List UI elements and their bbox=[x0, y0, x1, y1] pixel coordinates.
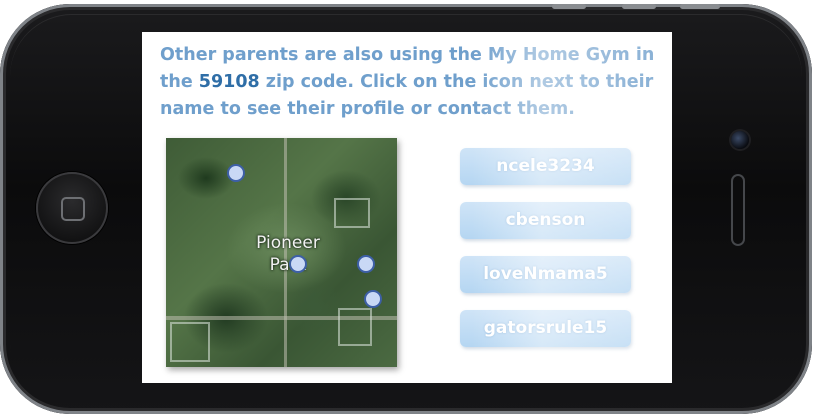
park-map[interactable]: Pioneer Park bbox=[166, 138, 397, 367]
map-court bbox=[334, 198, 370, 228]
user-button-ncele3234[interactable]: ncele3234 bbox=[460, 148, 631, 185]
front-camera bbox=[731, 131, 749, 149]
speaker-grille bbox=[731, 174, 745, 246]
volume-button bbox=[552, 4, 586, 9]
intro-text: Other parents are also using the My Home… bbox=[160, 42, 660, 123]
map-marker[interactable] bbox=[357, 255, 375, 273]
power-button bbox=[680, 4, 720, 9]
user-button-cbenson[interactable]: cbenson bbox=[460, 202, 631, 239]
user-button-lovenmama5[interactable]: loveNmama5 bbox=[460, 256, 631, 293]
phone-screen: Other parents are also using the My Home… bbox=[142, 32, 672, 383]
map-marker[interactable] bbox=[289, 255, 307, 273]
volume-button bbox=[622, 4, 656, 9]
map-marker[interactable] bbox=[364, 290, 382, 308]
home-square-icon bbox=[61, 197, 85, 221]
map-court bbox=[338, 308, 372, 346]
home-button[interactable] bbox=[36, 172, 108, 244]
user-button-gatorsrule15[interactable]: gatorsrule15 bbox=[460, 310, 631, 347]
map-label: Pioneer Park bbox=[256, 233, 320, 275]
map-marker[interactable] bbox=[227, 164, 245, 182]
map-court bbox=[170, 322, 210, 362]
zip-code: 59108 bbox=[198, 72, 260, 92]
